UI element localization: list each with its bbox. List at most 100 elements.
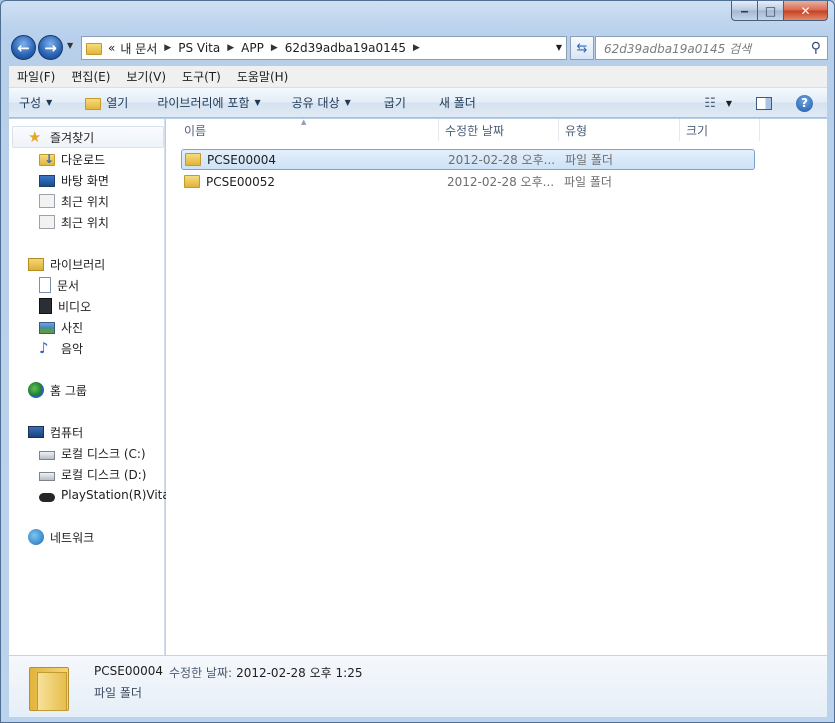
video-icon: [39, 298, 52, 314]
menu-view[interactable]: 보기(V): [118, 68, 174, 85]
refresh-icon: ⇆: [576, 40, 588, 56]
sidebar-item-downloads[interactable]: 다운로드: [39, 149, 105, 169]
maximize-button[interactable]: □: [758, 1, 784, 21]
chevron-right-icon[interactable]: ▶: [271, 43, 278, 53]
close-button[interactable]: ✕: [784, 1, 828, 21]
hard-drive-icon: [39, 472, 55, 481]
chevron-down-icon: ▼: [254, 98, 261, 107]
column-type[interactable]: 유형: [559, 119, 680, 141]
view-details-icon: ☷: [704, 95, 716, 111]
explorer-window: ‒ □ ✕ ← → ▼ « 내 문서 ▶ PS Vita ▶ APP ▶ 62d39a…: [0, 0, 835, 723]
burn-button[interactable]: 굽기: [362, 94, 417, 111]
chevron-down-icon: ▼: [46, 98, 53, 107]
folder-icon: [185, 153, 201, 166]
ps-vita-device-icon: [39, 493, 55, 502]
chevron-down-icon: ▼: [344, 98, 351, 107]
sidebar-libraries[interactable]: 라이브러리: [28, 254, 105, 274]
windows-drive-icon: [39, 451, 55, 460]
details-pane: PCSE00004 수정한 날짜: 2012-02-28 오후 1:25 파일 …: [9, 655, 827, 717]
caption-buttons: ‒ □ ✕: [731, 1, 828, 21]
address-history-dropdown[interactable]: ▼: [556, 43, 562, 52]
preview-pane-icon: [756, 96, 772, 110]
breadcrumb-overflow[interactable]: «: [108, 41, 115, 55]
column-size[interactable]: 크기: [680, 119, 760, 141]
view-controls: ☷ ▼ ?: [696, 88, 827, 118]
sidebar-item-music[interactable]: ♪ 음악: [39, 338, 83, 358]
sidebar-item-recent-places[interactable]: 최근 위치: [39, 191, 109, 211]
forward-button[interactable]: →: [38, 35, 63, 60]
file-list: 이름 ▲ 수정한 날짜 유형 크기 PCSE00004 2012-02-28 오후…: [166, 118, 827, 655]
menu-tools[interactable]: 도구(T): [174, 68, 229, 85]
breadcrumb-ps-vita[interactable]: PS Vita ▶: [178, 41, 241, 55]
sidebar-network[interactable]: 네트워크: [28, 527, 94, 547]
menu-edit[interactable]: 편집(E): [63, 68, 118, 85]
chevron-down-icon: ▼: [725, 98, 732, 108]
computer-icon: [28, 426, 44, 438]
music-note-icon: ♪: [39, 339, 49, 357]
star-icon: ★: [28, 128, 42, 146]
folder-icon: [85, 97, 102, 110]
sidebar-computer[interactable]: 컴퓨터: [28, 422, 83, 442]
organize-button[interactable]: 구성 ▼: [9, 94, 63, 111]
column-date-modified[interactable]: 수정한 날짜: [439, 119, 559, 141]
downloads-folder-icon: [39, 152, 55, 166]
navigation-pane: ★즐겨찾기 다운로드 바탕 화면 최근 위치 최근 위치 라이브러리 문서 비디…: [9, 119, 170, 655]
folder-icon: [29, 663, 69, 711]
file-row[interactable]: PCSE00004 2012-02-28 오후... 파일 폴더: [181, 149, 755, 170]
help-button[interactable]: ?: [796, 94, 813, 112]
search-icon[interactable]: ⚲: [811, 40, 821, 56]
sidebar-item-ps-vita[interactable]: PlayStation(R)Vita: [39, 485, 170, 505]
breadcrumb-my-documents[interactable]: 내 문서 ▶: [115, 40, 178, 57]
sidebar-item-drive-c[interactable]: 로컬 디스크 (C:): [39, 443, 146, 463]
menu-help[interactable]: 도움말(H): [229, 68, 297, 85]
chevron-right-icon[interactable]: ▶: [164, 43, 171, 53]
search-input[interactable]: 62d39adba19a0145 검색 ⚲: [595, 36, 828, 60]
breadcrumb-current-folder[interactable]: 62d39adba19a0145 ▶: [285, 41, 427, 55]
file-row[interactable]: PCSE00052 2012-02-28 오후... 파일 폴더: [181, 171, 755, 192]
command-bar: 구성 ▼ 열기 라이브러리에 포함 ▼ 공유 대상 ▼ 굽기 새 폴더 ☷ ▼ ?: [9, 88, 827, 118]
sidebar-item-videos[interactable]: 비디오: [39, 296, 91, 316]
preview-pane-button[interactable]: [756, 96, 772, 110]
sidebar-favorites[interactable]: ★ 즐겨찾기: [12, 126, 164, 148]
sidebar-item-documents[interactable]: 문서: [39, 275, 79, 295]
details-summary: PCSE00004 수정한 날짜: 2012-02-28 오후 1:25: [94, 664, 363, 680]
folder-icon: [184, 175, 200, 188]
sidebar-homegroup[interactable]: 홈 그룹: [28, 380, 87, 400]
column-name[interactable]: 이름 ▲: [166, 118, 439, 141]
recent-pages-dropdown[interactable]: ▼: [67, 41, 73, 50]
chevron-right-icon[interactable]: ▶: [227, 43, 234, 53]
arrow-right-icon: →: [44, 38, 57, 57]
library-icon: [28, 257, 44, 271]
back-button[interactable]: ←: [11, 35, 36, 60]
homegroup-icon: [28, 382, 44, 398]
column-headers: 이름 ▲ 수정한 날짜 유형 크기: [166, 118, 827, 141]
details-type: 파일 폴더: [94, 686, 142, 700]
share-with-button[interactable]: 공유 대상 ▼: [272, 94, 362, 111]
desktop-icon: [39, 175, 55, 187]
open-button[interactable]: 열기: [63, 94, 139, 111]
document-icon: [39, 277, 51, 293]
menu-bar: 파일(F) 편집(E) 보기(V) 도구(T) 도움말(H): [9, 66, 827, 88]
sidebar-item-pictures[interactable]: 사진: [39, 317, 83, 337]
arrow-left-icon: ←: [17, 38, 30, 57]
view-options-button[interactable]: ☷ ▼: [704, 96, 732, 111]
navigation-bar: ← → ▼ « 내 문서 ▶ PS Vita ▶ APP ▶ 62d39adba19a…: [9, 33, 828, 61]
network-icon: [28, 529, 44, 545]
chevron-right-icon[interactable]: ▶: [413, 43, 420, 53]
sidebar-item-drive-d[interactable]: 로컬 디스크 (D:): [39, 464, 146, 484]
recent-places-icon: [39, 215, 55, 229]
folder-icon: [86, 43, 102, 55]
help-icon: ?: [796, 94, 813, 112]
refresh-button[interactable]: ⇆: [570, 36, 594, 60]
address-bar[interactable]: « 내 문서 ▶ PS Vita ▶ APP ▶ 62d39adba19a0145 ▶ …: [81, 36, 567, 60]
pictures-icon: [39, 322, 55, 334]
sidebar-item-desktop[interactable]: 바탕 화면: [39, 170, 109, 190]
sort-ascending-icon: ▲: [301, 118, 307, 126]
sidebar-item-recent-places-2[interactable]: 최근 위치: [39, 212, 109, 232]
breadcrumb-app[interactable]: APP ▶: [241, 41, 285, 55]
menu-file[interactable]: 파일(F): [9, 68, 63, 85]
new-folder-button[interactable]: 새 폴더: [417, 94, 487, 111]
recent-places-icon: [39, 194, 55, 208]
include-in-library-button[interactable]: 라이브러리에 포함 ▼: [139, 94, 271, 111]
minimize-button[interactable]: ‒: [731, 1, 758, 21]
